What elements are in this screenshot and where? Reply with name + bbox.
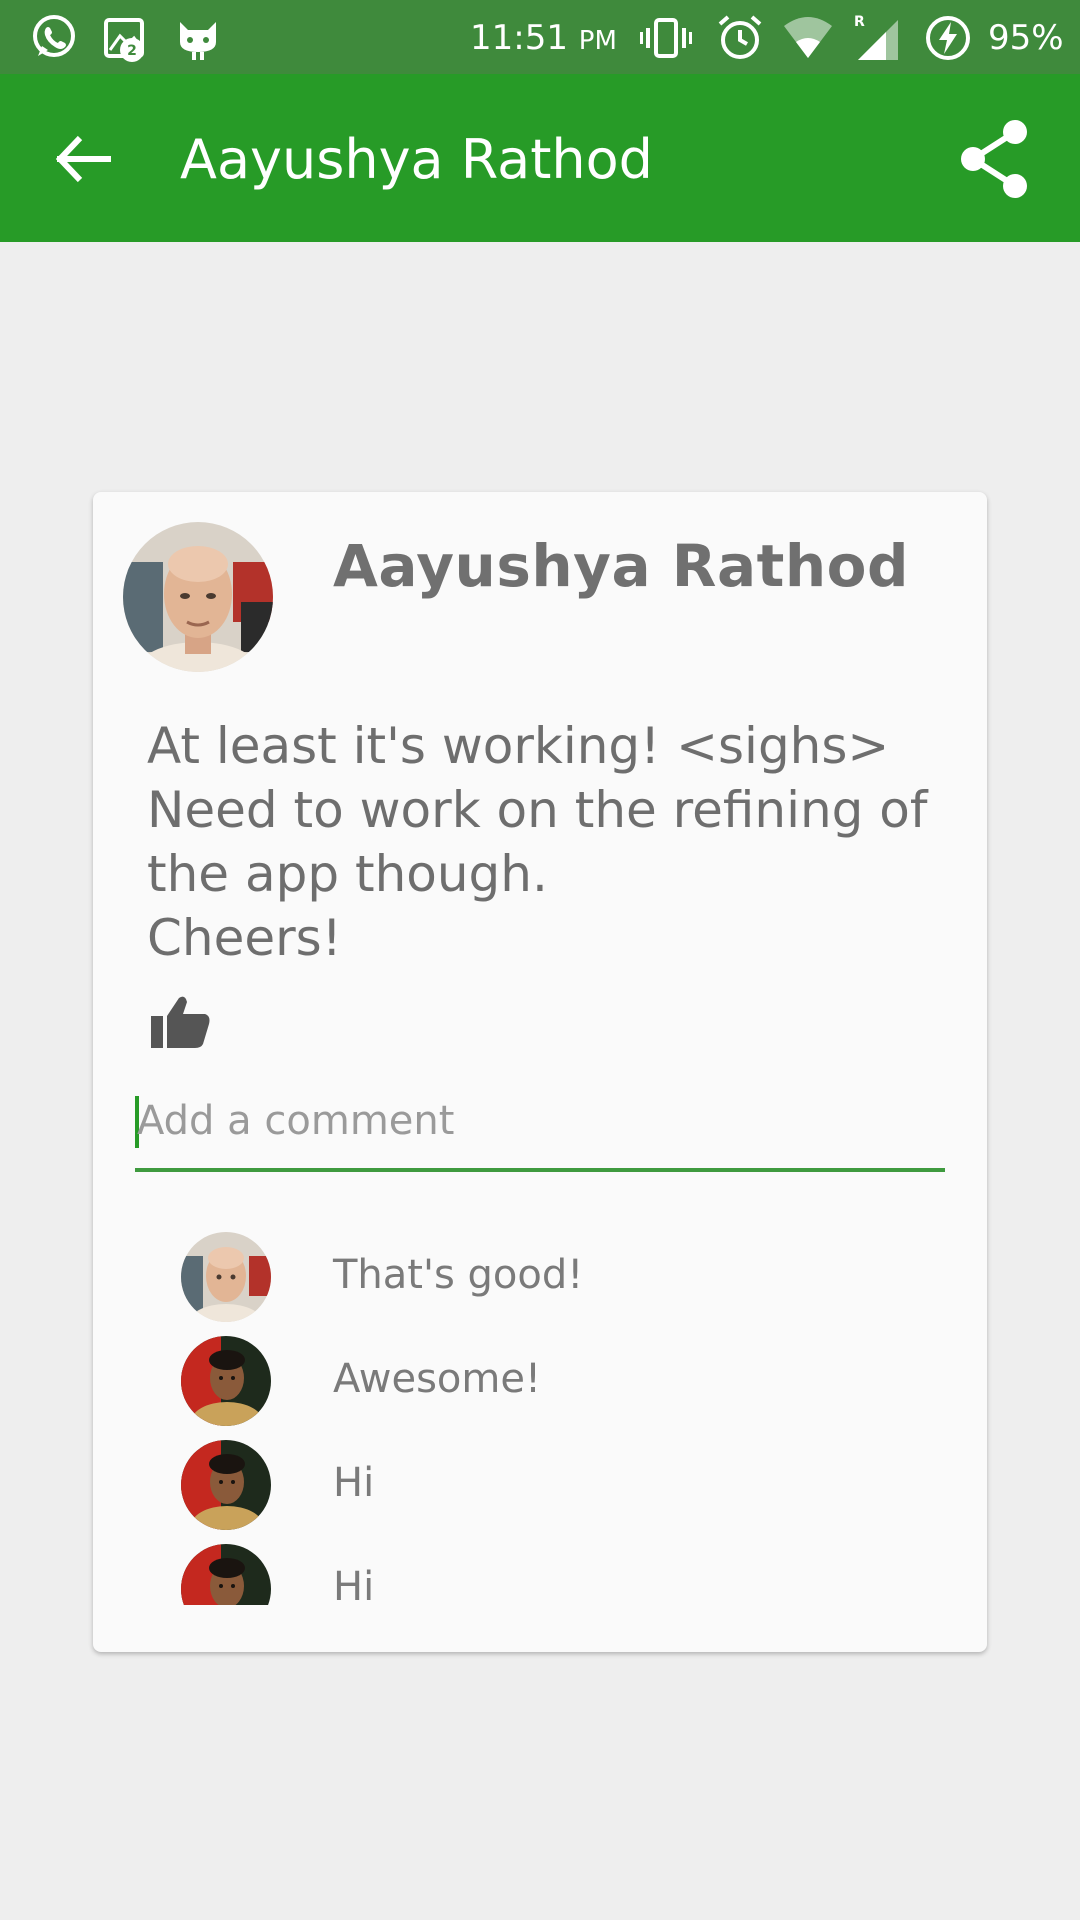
whatsapp-icon [33, 15, 75, 57]
status-bar: 2 11:51 PM R 95% [0, 0, 1080, 74]
comment-item[interactable]: Hi [93, 1544, 987, 1605]
comment-text: That's good! [333, 1252, 584, 1298]
comment-text: Hi [333, 1460, 375, 1506]
comments-list: That's good! Awesome! Hi Hi [93, 1232, 987, 1605]
clock: 11:51 PM [470, 18, 617, 58]
comment-item[interactable]: Awesome! [93, 1336, 987, 1440]
author-avatar[interactable] [123, 522, 273, 672]
comment-item[interactable]: Hi [93, 1440, 987, 1544]
alarm-icon [718, 15, 762, 59]
commenter-avatar [181, 1336, 271, 1426]
comment-item[interactable]: That's good! [93, 1232, 987, 1336]
post-card: Aayushya Rathod At least it's working! <… [93, 492, 987, 1652]
notification-badge: 2 [127, 43, 137, 59]
thumbs-up-icon[interactable] [149, 994, 213, 1050]
commenter-avatar [181, 1232, 271, 1322]
battery-charging-icon [926, 16, 970, 60]
battery-percent: 95% [988, 18, 1064, 58]
comment-placeholder: Add a comment [137, 1098, 455, 1144]
page-title: Aayushya Rathod [180, 128, 653, 191]
commenter-avatar [181, 1440, 271, 1530]
android-cat-icon [180, 22, 216, 60]
gallery-notification-icon: 2 [104, 18, 144, 62]
comment-text: Awesome! [333, 1356, 541, 1402]
signal-icon: R [854, 14, 898, 60]
arrow-left-icon[interactable] [50, 124, 120, 194]
svg-text:R: R [854, 14, 865, 30]
comment-input[interactable]: Add a comment [135, 1092, 945, 1172]
post-text: At least it's working! <sighs> Need to w… [147, 717, 928, 967]
app-bar: Aayushya Rathod [0, 74, 1080, 242]
commenter-avatar [181, 1544, 271, 1605]
vibrate-icon [640, 18, 692, 58]
post-author: Aayushya Rathod [333, 532, 909, 600]
wifi-icon [784, 17, 832, 58]
comment-text: Hi [333, 1564, 375, 1605]
share-icon[interactable] [955, 114, 1035, 204]
